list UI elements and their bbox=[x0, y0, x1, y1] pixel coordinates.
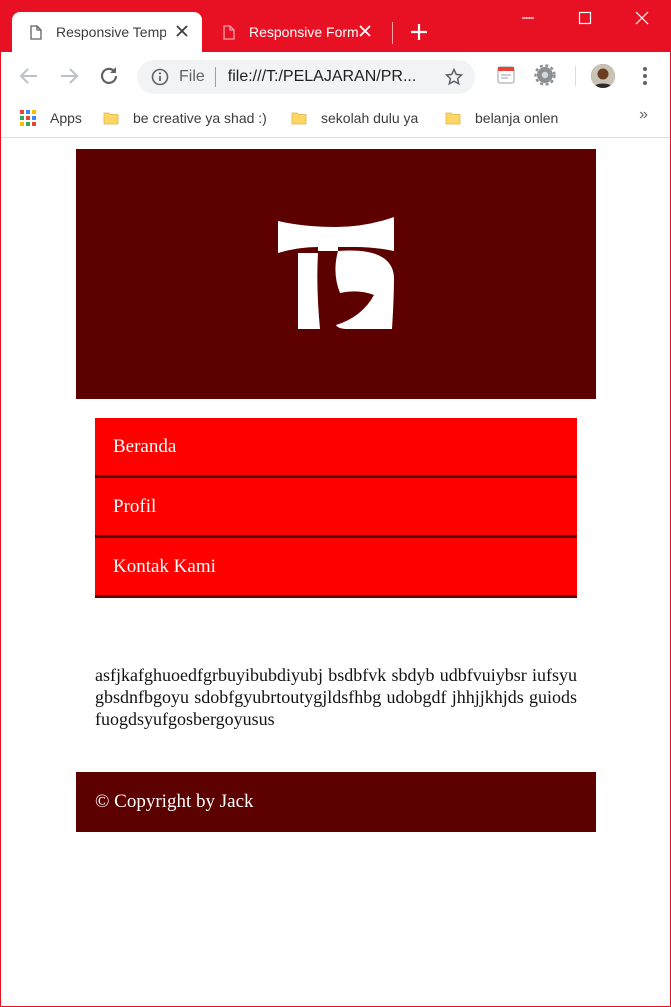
page-icon bbox=[30, 24, 42, 40]
tab-title: Responsive Form bbox=[249, 24, 359, 40]
bookmark-label: sekolah dulu ya bbox=[321, 110, 419, 126]
avatar-icon bbox=[591, 64, 615, 88]
info-icon[interactable] bbox=[151, 68, 169, 86]
bookmarks-bar: Apps be creative ya shad :) sekolah dulu… bbox=[1, 100, 670, 138]
close-tab-icon[interactable] bbox=[357, 23, 373, 39]
bookmark-folder-sekolah[interactable]: sekolah dulu ya bbox=[291, 108, 418, 128]
header-banner bbox=[76, 149, 596, 399]
bookmark-folder-belanja[interactable]: belanja onlen bbox=[445, 108, 558, 128]
main-nav: Beranda Profil Kontak Kami bbox=[95, 418, 577, 598]
reload-icon[interactable] bbox=[97, 64, 121, 88]
minimize-icon bbox=[522, 17, 534, 19]
back-arrow-icon[interactable] bbox=[17, 64, 41, 88]
bookmark-star-icon[interactable] bbox=[445, 68, 463, 86]
browser-menu-icon[interactable] bbox=[635, 64, 655, 88]
page-icon bbox=[223, 24, 235, 40]
close-icon bbox=[635, 11, 649, 25]
nav-item-profil[interactable]: Profil bbox=[95, 478, 577, 538]
forward-arrow-icon[interactable] bbox=[57, 64, 81, 88]
url-text[interactable]: file:///T:/PELAJARAN/PR... bbox=[228, 68, 430, 86]
maximize-button[interactable] bbox=[557, 0, 613, 36]
bookmark-label: be creative ya shad :) bbox=[133, 110, 267, 126]
tab-title: Responsive Template bbox=[56, 24, 166, 40]
toolbar-divider bbox=[575, 66, 576, 86]
bookmark-label: belanja onlen bbox=[475, 110, 559, 126]
tab-responsive-template[interactable]: Responsive Template bbox=[12, 12, 202, 52]
footer-copyright: © Copyright by Jack bbox=[95, 791, 254, 812]
apps-grid-icon bbox=[20, 110, 36, 126]
address-bar[interactable]: File file:///T:/PELAJARAN/PR... bbox=[137, 60, 475, 94]
extension-calendar-icon[interactable] bbox=[495, 64, 517, 86]
close-window-button[interactable] bbox=[614, 0, 670, 36]
tab-responsive-form[interactable]: Responsive Form bbox=[205, 12, 385, 52]
bookmark-apps[interactable]: Apps bbox=[20, 108, 82, 128]
bookmarks-overflow-button[interactable]: » bbox=[639, 106, 648, 124]
page-footer: © Copyright by Jack bbox=[76, 772, 596, 832]
minimize-button[interactable] bbox=[500, 0, 556, 36]
close-tab-icon[interactable] bbox=[174, 23, 190, 39]
nav-item-kontak-kami[interactable]: Kontak Kami bbox=[95, 538, 577, 598]
url-scheme-label: File bbox=[179, 68, 205, 85]
maximize-icon bbox=[578, 11, 592, 25]
tab-separator bbox=[392, 22, 393, 44]
omnibox-divider bbox=[214, 67, 216, 87]
page-viewport: Beranda Profil Kontak Kami asfjkafghuoed… bbox=[1, 138, 670, 1006]
folder-icon bbox=[103, 112, 119, 125]
folder-icon bbox=[445, 112, 461, 125]
new-tab-icon[interactable] bbox=[408, 21, 430, 43]
content-paragraph: asfjkafghuoedfgrbuyibubdiyubj bsdbfvk sb… bbox=[95, 665, 577, 729]
profile-avatar[interactable] bbox=[591, 64, 615, 88]
bookmark-folder-be-creative[interactable]: be creative ya shad :) bbox=[103, 108, 267, 128]
tab-strip: Responsive Template Responsive Form bbox=[0, 0, 671, 52]
nav-item-beranda[interactable]: Beranda bbox=[95, 418, 577, 478]
bookmark-label: Apps bbox=[50, 110, 82, 126]
logo-icon bbox=[278, 217, 394, 329]
folder-icon bbox=[291, 112, 307, 125]
extension-gear-icon[interactable] bbox=[534, 64, 556, 86]
browser-toolbar: File file:///T:/PELAJARAN/PR... bbox=[1, 52, 670, 100]
